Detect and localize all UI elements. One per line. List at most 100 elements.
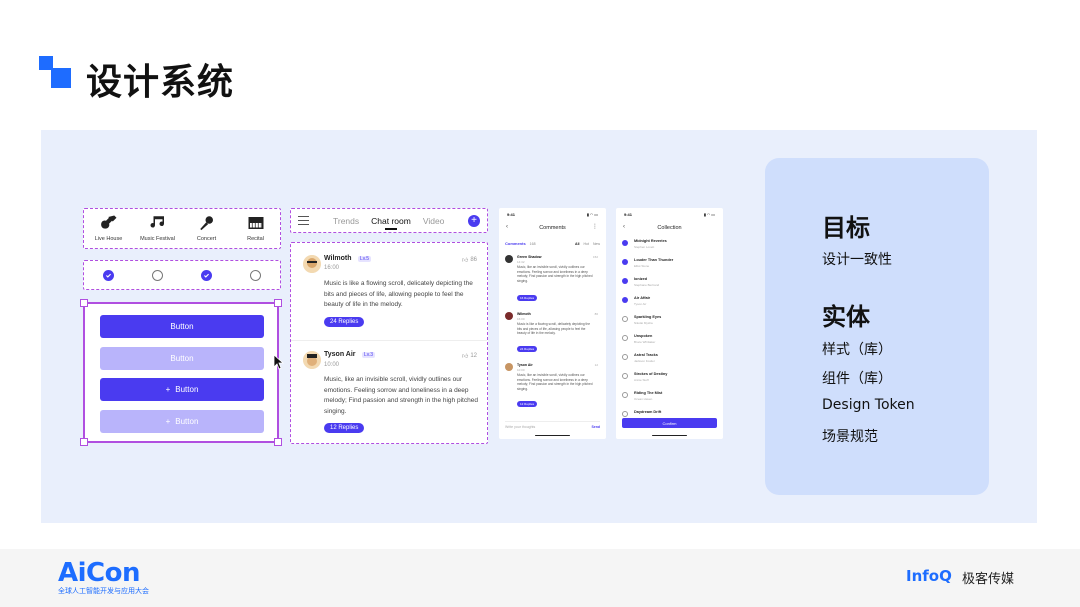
confirm-button[interactable]: Confirm — [622, 418, 717, 428]
tab-all[interactable]: All — [575, 242, 579, 246]
tab-hot[interactable]: Hot — [584, 242, 589, 246]
radio-unchecked[interactable] — [152, 269, 163, 281]
button-group-selection[interactable]: Button Button + Button + Button — [80, 299, 282, 446]
guitar-icon — [100, 215, 116, 229]
menu-icon[interactable] — [298, 216, 309, 225]
tab-chat-room[interactable]: Chat room — [371, 216, 411, 230]
collection-item[interactable]: Ionized Stephane Bertrand — [622, 276, 717, 293]
comment-text: Music, like an invisible scroll, vividly… — [517, 373, 593, 391]
avatar — [303, 255, 321, 273]
checkbox-checked[interactable] — [622, 297, 628, 303]
item-artist: Annie Stoff — [634, 378, 649, 382]
comment-item: Wilmoth 16:00 86 Music is like a flowing… — [505, 312, 600, 356]
replies-button[interactable]: 24 Replies — [324, 317, 365, 327]
page-title: 设计系统 — [86, 62, 235, 103]
add-button[interactable]: + — [468, 214, 480, 227]
more-icon[interactable]: ⋮ — [592, 223, 598, 230]
like-count[interactable]: 86 — [595, 312, 598, 316]
collection-item[interactable]: Unspoken Bruce Whittaker — [622, 333, 717, 350]
comment-text: Music is like a flowing scroll, delicate… — [324, 280, 473, 308]
comment-tabs: Comments 168 All Hot New — [505, 239, 600, 248]
collection-item[interactable]: Louder Than Thunder Elliot Stone — [622, 257, 717, 274]
resize-handle[interactable] — [80, 299, 88, 307]
checkbox-unchecked[interactable] — [622, 316, 628, 322]
home-indicator — [652, 434, 687, 436]
checkbox-unchecked[interactable] — [622, 373, 628, 379]
nav-item-recital[interactable]: Recital — [233, 214, 279, 242]
microphone-icon — [199, 216, 213, 231]
tab-new[interactable]: New — [593, 242, 600, 246]
checkbox-checked[interactable] — [622, 240, 628, 246]
comment-text: Music is like a flowing scroll, delicate… — [517, 322, 590, 336]
comment-count: 168 — [529, 241, 536, 246]
collection-item[interactable]: Astral Tracks Jackson Fowler — [622, 352, 717, 369]
comment-input[interactable]: Write your thoughts Send — [505, 421, 600, 429]
collection-item[interactable]: Sparkling Eyes Nikolai Mysha — [622, 314, 717, 331]
primary-plus-button[interactable]: + Button — [100, 378, 264, 401]
checkbox-unchecked[interactable] — [622, 335, 628, 341]
collection-item[interactable]: Air Affair Tyson Air — [622, 295, 717, 312]
checkbox-checked[interactable] — [622, 278, 628, 284]
replies-button[interactable]: 16 Replies — [517, 295, 538, 301]
entity-item: 组件（库） — [822, 371, 892, 387]
resize-handle[interactable] — [274, 438, 282, 446]
resize-handle[interactable] — [274, 299, 282, 307]
nav-label: Music Festival — [140, 236, 175, 242]
item-artist: Stephane Bertrand — [634, 283, 660, 287]
send-button[interactable]: Send — [591, 425, 600, 429]
collection-item[interactable]: Riding The Mist Ocean Haven — [622, 390, 717, 407]
radio-checked[interactable] — [103, 269, 114, 281]
like-button[interactable]: 👍︎ 86 — [462, 256, 477, 264]
comment-time: 16:00 — [324, 265, 340, 271]
goals-heading: 目标 — [822, 214, 870, 242]
avatar — [505, 312, 513, 320]
comment-list: Wilmoth Lv.5 16:00 👍︎ 86 Music is like a … — [290, 242, 488, 444]
tab-comments[interactable]: Comments — [505, 241, 526, 246]
title-logo-mark — [39, 56, 73, 90]
item-artist: Bruce Whittaker — [634, 340, 656, 344]
nav-item-concert[interactable]: Concert — [184, 214, 230, 242]
nav-label: Live House — [94, 236, 123, 242]
home-indicator — [535, 434, 570, 436]
collection-item[interactable]: Midnight Reveries Stephen Lovett — [622, 238, 717, 255]
nav-item-music-festival[interactable]: Music Festival — [135, 214, 181, 242]
button-label: Button — [175, 385, 199, 394]
checkbox-unchecked[interactable] — [622, 392, 628, 398]
level-badge: Lv.3 — [362, 352, 376, 358]
entity-item: 场景规范 — [822, 429, 878, 445]
phone-comments-screen: 9:41 ▮ ◠ ▭ ‹ Comments ⋮ Comments 168 All … — [499, 208, 606, 439]
replies-button[interactable]: 24 Replies — [517, 346, 538, 352]
resize-handle[interactable] — [80, 438, 88, 446]
replies-button[interactable]: 12 Replies — [324, 423, 365, 433]
mouse-cursor-icon — [273, 354, 285, 370]
music-note-icon — [150, 216, 164, 228]
tab-trends[interactable]: Trends — [333, 216, 359, 226]
screen-title: Collection — [657, 225, 682, 231]
replies-button[interactable]: 12 Replies — [517, 401, 538, 407]
comment-text: Music, like an invisible scroll, vividly… — [324, 376, 478, 415]
comment-time: 16:00 — [517, 317, 525, 321]
tab-video[interactable]: Video — [423, 216, 445, 226]
like-count[interactable]: 152 — [593, 255, 598, 259]
infoq-name: 极客传媒 — [962, 572, 1015, 587]
item-title: Unspoken — [634, 334, 653, 338]
nav-item-live-house[interactable]: Live House — [86, 214, 132, 242]
aicon-logo: AiCon — [58, 558, 141, 588]
button-label: Button — [170, 322, 194, 331]
footer: AiCon 全球人工智能开发与应用大会 InfoQ 极客传媒 — [0, 549, 1080, 607]
like-button[interactable]: 👍︎ 12 — [462, 352, 477, 360]
input-placeholder: Write your thoughts — [505, 425, 536, 429]
checkbox-checked[interactable] — [622, 259, 628, 265]
level-badge: Lv.5 — [358, 256, 372, 262]
thumbs-up-icon: 👍︎ — [462, 354, 469, 360]
like-count[interactable]: 12 — [595, 363, 598, 367]
button-label: Button — [170, 354, 194, 363]
radio-checked[interactable] — [201, 269, 212, 281]
disabled-button: Button — [100, 347, 264, 370]
radio-unchecked[interactable] — [250, 269, 261, 281]
checkbox-unchecked[interactable] — [622, 411, 628, 417]
primary-button[interactable]: Button — [100, 315, 264, 338]
collection-item[interactable]: Strokes of Destiny Annie Stoff — [622, 371, 717, 388]
item-title: Ionized — [634, 277, 648, 281]
checkbox-unchecked[interactable] — [622, 354, 628, 360]
